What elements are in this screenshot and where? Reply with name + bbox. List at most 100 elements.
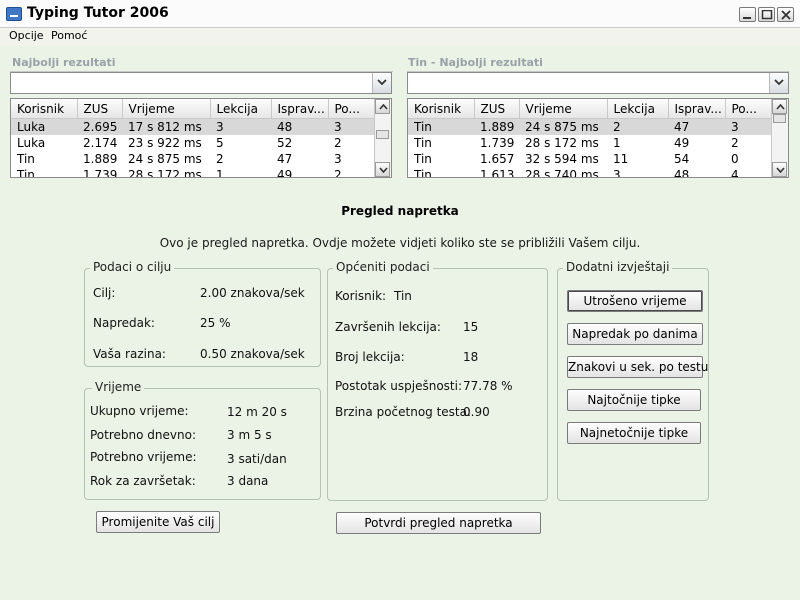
title-bar: Typing Tutor 2006: [0, 0, 800, 28]
table-cell: 1.739: [480, 136, 515, 150]
table-cell: 3: [210, 118, 271, 135]
table-row[interactable]: Tin 1.657 32 s 594 ms 11 54 0: [408, 151, 772, 167]
left-combo-button[interactable]: [372, 73, 391, 93]
column-header[interactable]: Lekcija: [210, 99, 272, 119]
report-least-accurate-keys-button[interactable]: Najnetočnije tipke: [567, 422, 701, 444]
chevron-down-icon: [776, 167, 785, 173]
table-cell: 28 s 740 ms: [525, 168, 599, 178]
time-daily-value: 3 m 5 s: [227, 428, 272, 442]
column-header[interactable]: Isprav...: [668, 99, 726, 119]
table-cell: 17 s 812 ms: [122, 118, 210, 135]
time-needed-value: 3 sati/dan: [227, 452, 287, 466]
close-button[interactable]: [777, 7, 794, 22]
goal-level-label: Vaša razina:: [93, 347, 166, 361]
column-header[interactable]: Lekcija: [607, 99, 669, 119]
table-row[interactable]: Tin 1.613 28 s 740 ms 3 48 4: [408, 167, 772, 178]
scroll-up-button[interactable]: [375, 99, 390, 114]
menu-pomoc[interactable]: Pomoć: [51, 29, 87, 42]
report-daily-progress-button[interactable]: Napredak po danima: [567, 323, 703, 345]
report-time-spent-button[interactable]: Utrošeno vrijeme: [567, 290, 703, 312]
left-results-table[interactable]: Korisnik ZUS Vrijeme Lekcija Isprav... Po... …: [10, 98, 392, 178]
time-needed-label: Potrebno vrijeme:: [90, 450, 197, 464]
scroll-thumb[interactable]: [376, 130, 389, 139]
right-results-table[interactable]: Korisnik ZUS Vrijeme Lekcija Isprav... Po... …: [407, 98, 789, 178]
column-header[interactable]: Isprav...: [271, 99, 329, 119]
scroll-up-button[interactable]: [772, 99, 787, 114]
general-success-label: Postotak uspješnosti:: [335, 379, 462, 393]
time-daily-label: Potrebno dnevno:: [90, 428, 196, 442]
general-speed-value: 0.90: [463, 405, 490, 419]
column-header[interactable]: Vrijeme: [122, 99, 211, 119]
table-cell: 1.613: [480, 168, 515, 178]
table-row[interactable]: Tin 1.739 28 s 172 ms 1 49 2: [11, 167, 375, 178]
table-cell: 1: [613, 136, 621, 150]
window-title: Typing Tutor 2006: [27, 5, 169, 21]
app-icon: [6, 7, 22, 21]
table-cell: 48: [271, 118, 328, 135]
goal-group-title: Podaci o cilju: [90, 260, 175, 274]
general-user-value: Tin: [394, 289, 412, 303]
table-cell: 24 s 875 ms: [128, 152, 202, 166]
table-row[interactable]: Tin 1.739 28 s 172 ms 1 49 2: [408, 135, 772, 151]
scroll-down-button[interactable]: [772, 162, 787, 177]
maximize-button[interactable]: [758, 7, 775, 22]
table-cell: Tin: [414, 168, 432, 178]
table-cell: 47: [668, 118, 725, 135]
report-chars-per-test-button[interactable]: Znakovi u sek. po testu: [567, 356, 708, 378]
report-most-accurate-keys-button[interactable]: Najtočnije tipke: [567, 389, 701, 411]
table-cell: 52: [277, 136, 293, 150]
table-row[interactable]: Luka 2.695 17 s 812 ms 3 48 3: [11, 118, 375, 135]
column-header[interactable]: ZUS: [77, 99, 123, 119]
table-cell: 28 s 172 ms: [525, 136, 599, 150]
time-deadline-label: Rok za završetak:: [90, 474, 196, 488]
table-cell: 48: [674, 168, 690, 178]
table-cell: 11: [613, 152, 629, 166]
left-table-scrollbar[interactable]: [374, 99, 391, 177]
table-cell: 3: [334, 152, 342, 166]
table-cell: Luka: [17, 136, 46, 150]
table-cell: 2: [334, 136, 342, 150]
column-header[interactable]: ZUS: [474, 99, 520, 119]
general-done-label: Završenih lekcija:: [335, 320, 441, 334]
minimize-button[interactable]: [739, 7, 756, 22]
page-heading: Pregled napretka: [341, 204, 459, 218]
table-row[interactable]: Luka 2.174 23 s 922 ms 5 52 2: [11, 135, 375, 151]
scroll-down-button[interactable]: [375, 162, 390, 177]
right-user-combo[interactable]: [407, 72, 789, 94]
table-row[interactable]: Tin 1.889 24 s 875 ms 2 47 3: [408, 118, 772, 135]
table-cell: Tin: [414, 152, 432, 166]
confirm-progress-button[interactable]: Potvrdi pregled napretka: [336, 512, 541, 534]
table-cell: 1.889: [83, 152, 118, 166]
column-header[interactable]: Korisnik: [11, 99, 78, 119]
right-combo-button[interactable]: [769, 73, 788, 93]
table-cell: 54: [674, 152, 690, 166]
table-cell: 4: [731, 168, 739, 178]
general-group-title: Općeniti podaci: [333, 260, 433, 274]
reports-group-title: Dodatni izvještaji: [563, 260, 673, 274]
left-user-combo[interactable]: [10, 72, 392, 94]
table-cell: 24 s 875 ms: [519, 118, 607, 135]
table-cell: 1.739: [83, 168, 118, 178]
table-cell: 2.695: [77, 118, 122, 135]
change-goal-button[interactable]: Promijenite Vaš cilj: [96, 511, 220, 533]
table-cell: 1.657: [480, 152, 515, 166]
goal-target-value: 2.00 znakova/sek: [200, 286, 305, 300]
time-total-label: Ukupno vrijeme:: [90, 404, 189, 418]
column-header[interactable]: Vrijeme: [519, 99, 608, 119]
column-header[interactable]: Po...: [725, 99, 773, 119]
general-count-label: Broj lekcija:: [335, 350, 405, 364]
menu-bar: Opcije Pomoć: [0, 28, 800, 46]
table-cell: 3: [725, 118, 772, 135]
column-header[interactable]: Korisnik: [408, 99, 475, 119]
table-cell: 32 s 594 ms: [525, 152, 599, 166]
table-cell: Luka: [11, 118, 77, 135]
goal-progress-label: Napredak:: [93, 316, 155, 330]
menu-opcije[interactable]: Opcije: [9, 29, 44, 42]
right-table-scrollbar[interactable]: [771, 99, 788, 177]
chevron-up-icon: [379, 104, 388, 110]
column-header[interactable]: Po...: [328, 99, 376, 119]
table-row[interactable]: Tin 1.889 24 s 875 ms 2 47 3: [11, 151, 375, 167]
chevron-down-icon: [774, 79, 784, 86]
table-cell: 1.889: [474, 118, 519, 135]
scroll-thumb[interactable]: [773, 114, 786, 123]
